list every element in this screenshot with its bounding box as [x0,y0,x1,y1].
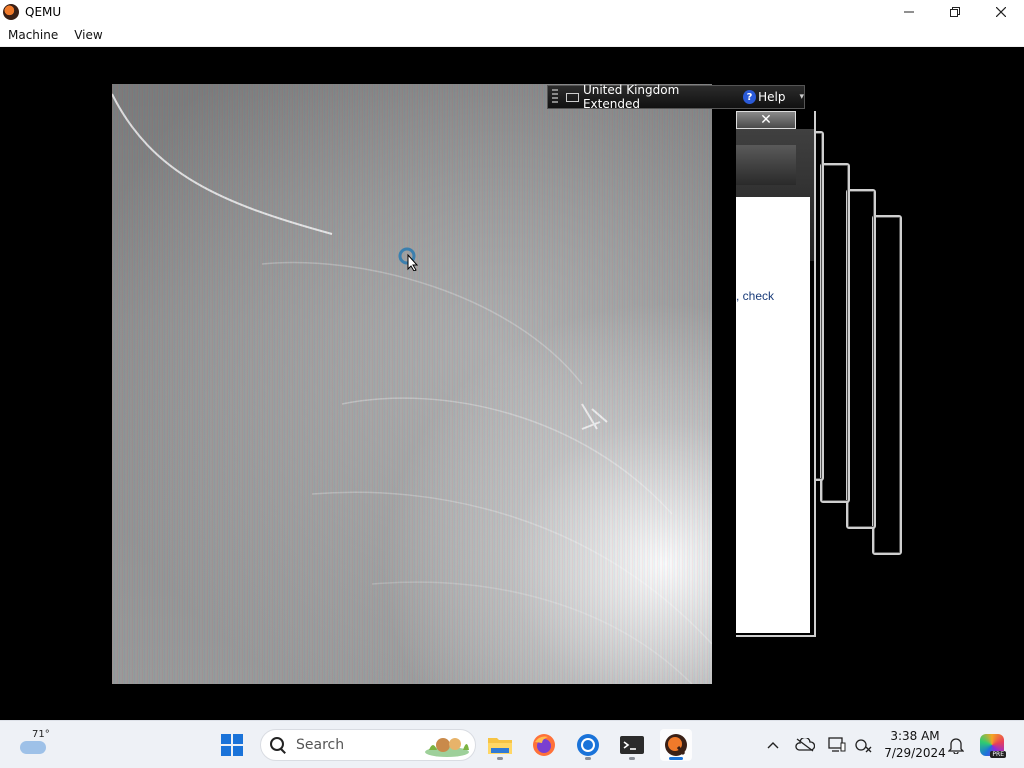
taskbar-qemu[interactable] [660,729,692,761]
keyboard-icon [565,92,579,102]
stacked-window-2 [820,163,850,503]
restore-icon [950,7,960,17]
help-icon: ? [742,90,757,104]
window-title: QEMU [25,5,62,19]
tray-onedrive-offline[interactable] [795,735,815,755]
firefox-icon [533,734,555,756]
qemu-app-icon [3,4,19,20]
chrome-icon [577,734,599,756]
start-button[interactable] [221,734,243,756]
network-off-icon [855,739,872,753]
host-taskbar: 71° Search 3:38 AM 7/29/2024 PRE [0,720,1024,768]
guest-desktop-wallpaper[interactable] [112,84,712,684]
cloud-icon [20,741,46,754]
help-label[interactable]: Help [758,90,785,104]
taskbar-clock[interactable]: 3:38 AM 7/29/2024 [880,728,950,762]
qemu-titlebar: QEMU [0,0,1024,24]
cloud-off-icon [795,738,815,752]
busy-cursor-icon [398,247,419,271]
taskbar-search-box[interactable]: Search [260,729,476,761]
weather-widget[interactable]: 71° [18,729,58,761]
search-icon [270,737,286,753]
display-icon [828,737,846,752]
file-explorer-icon [488,738,512,754]
language-name[interactable]: United Kingdom Extended [583,83,731,111]
chevron-up-icon [767,742,779,749]
vm-display[interactable]: United Kingdom Extended ? Help ▾ ✕ , che… [0,47,1024,720]
options-arrow-icon[interactable]: ▾ [799,92,804,102]
notifications-button[interactable] [946,735,966,755]
clock-time: 3:38 AM [890,729,940,743]
drag-grip-icon[interactable] [552,89,558,105]
show-hidden-icons-button[interactable] [763,735,783,755]
tray-display[interactable] [827,735,847,755]
weather-temp: 71° [32,729,50,740]
dialog-content: , check [736,197,810,633]
taskbar-firefox[interactable] [528,729,560,761]
close-icon [996,7,1006,17]
terminal-icon [620,736,644,754]
search-placeholder: Search [296,737,345,753]
taskbar-file-explorer[interactable] [484,729,516,761]
search-highlight-icon [425,738,469,757]
stacked-window-4 [872,215,902,555]
bell-icon [948,738,964,754]
minimize-button[interactable] [886,0,932,24]
dialog-partial-text: , check [736,289,775,303]
setup-dialog-window: ✕ , check [736,111,816,637]
qemu-menubar: Machine View [0,24,1024,47]
taskbar-chrome[interactable] [572,729,604,761]
windows-logo-icon [221,734,231,744]
language-bar: United Kingdom Extended ? Help ▾ [547,83,805,111]
copilot-pre-badge: PRE [990,751,1006,758]
menu-view[interactable]: View [66,28,110,42]
menu-machine[interactable]: Machine [0,28,66,42]
wallpaper-swirls [112,93,712,684]
stacked-window-3 [846,189,876,529]
tray-network[interactable] [853,735,873,755]
window-controls [886,0,1024,24]
restore-button[interactable] [932,0,978,24]
clock-date: 7/29/2024 [884,746,946,760]
qemu-icon [665,734,687,756]
close-button[interactable] [978,0,1024,24]
minimize-icon [904,11,914,13]
taskbar-terminal[interactable] [616,729,648,761]
copilot-button[interactable]: PRE [980,734,1006,758]
dialog-close-button[interactable]: ✕ [736,111,796,129]
